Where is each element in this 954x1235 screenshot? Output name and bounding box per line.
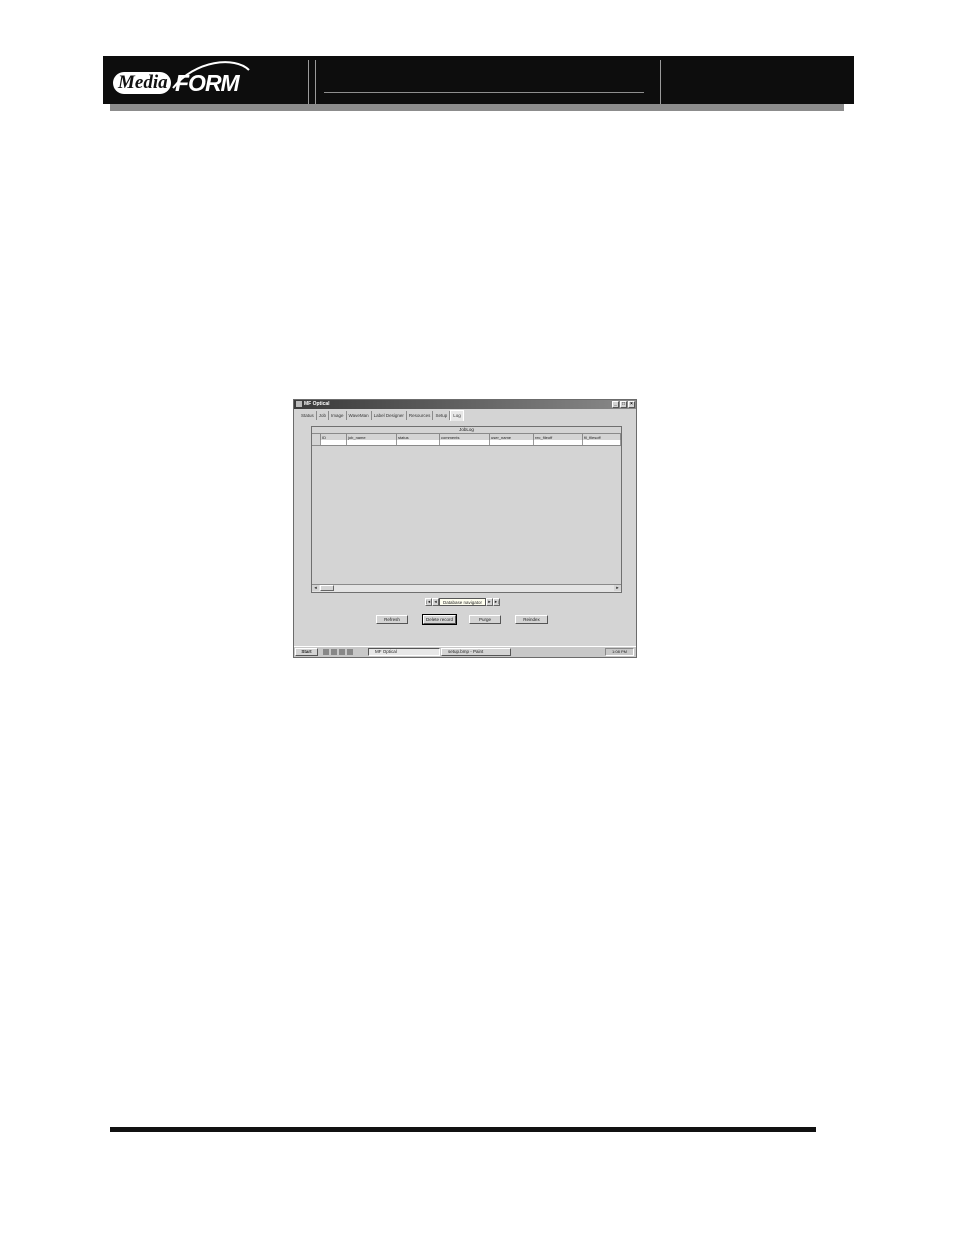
horizontal-scrollbar[interactable]: ◄ ► bbox=[312, 584, 621, 592]
tab-resources[interactable]: Resources bbox=[406, 411, 434, 420]
logo-form-text: FORM bbox=[175, 70, 240, 96]
header-divider bbox=[660, 60, 661, 104]
tab-strip: Status Job Image WaveMan Label Designer … bbox=[299, 410, 464, 421]
taskbar-item-mf-optical[interactable]: MF Optical bbox=[368, 648, 440, 656]
nav-next-button[interactable]: ► bbox=[486, 597, 494, 606]
nav-first-button[interactable]: |◄ bbox=[425, 597, 432, 606]
quick-launch bbox=[323, 649, 353, 655]
log-grid[interactable]: JobLog ID job_name status comments user_… bbox=[311, 426, 622, 593]
window-title: MF Optical bbox=[304, 401, 330, 407]
table-cell[interactable] bbox=[490, 440, 534, 445]
header-divider bbox=[315, 60, 316, 104]
delete-record-button[interactable]: Delete record bbox=[422, 614, 457, 625]
table-cell[interactable] bbox=[534, 440, 583, 445]
header-rule bbox=[324, 92, 644, 93]
application-screenshot: MF Optical _ □ × Status Job Image WaveMa… bbox=[293, 399, 637, 658]
purge-button[interactable]: Purge bbox=[469, 615, 501, 624]
tab-waveman[interactable]: WaveMan bbox=[346, 411, 372, 420]
table-cell[interactable] bbox=[321, 440, 347, 445]
tab-label-designer[interactable]: Label Designer bbox=[371, 411, 407, 420]
header-shadow bbox=[110, 104, 844, 111]
table-cell[interactable] bbox=[583, 440, 621, 445]
tab-setup[interactable]: Setup bbox=[433, 411, 451, 420]
maximize-button[interactable]: □ bbox=[620, 401, 627, 408]
scroll-right-icon[interactable]: ► bbox=[614, 585, 621, 591]
scroll-thumb[interactable] bbox=[320, 585, 334, 591]
desktop-icon[interactable] bbox=[323, 649, 329, 655]
browser-icon[interactable] bbox=[331, 649, 337, 655]
table-row[interactable] bbox=[312, 440, 621, 446]
row-indicator bbox=[312, 440, 321, 445]
close-button[interactable]: × bbox=[628, 401, 635, 408]
taskbar-item-paint[interactable]: setup.bmp - Paint bbox=[441, 648, 511, 656]
logo-media-text: Media bbox=[118, 72, 168, 93]
tab-image[interactable]: Image bbox=[329, 411, 347, 420]
nav-prior-button[interactable]: ◄ bbox=[432, 597, 439, 606]
tab-log[interactable]: Log bbox=[450, 410, 464, 421]
refresh-button[interactable]: Refresh bbox=[376, 615, 408, 624]
navigator-tooltip: Database navigator bbox=[439, 597, 487, 606]
start-button[interactable]: Start bbox=[295, 648, 318, 656]
taskbar: Start MF Optical setup.bmp - Paint 1:08 … bbox=[294, 646, 636, 657]
table-cell[interactable] bbox=[347, 440, 397, 445]
window-titlebar: MF Optical _ □ × bbox=[294, 400, 636, 409]
table-cell[interactable] bbox=[440, 440, 490, 445]
app-icon bbox=[296, 401, 302, 407]
nav-last-button[interactable]: ►| bbox=[493, 597, 501, 606]
system-clock: 1:08 PM bbox=[605, 648, 634, 656]
table-cell[interactable] bbox=[397, 440, 440, 445]
tab-status[interactable]: Status bbox=[299, 411, 317, 420]
media-icon[interactable] bbox=[347, 649, 353, 655]
database-navigator: |◄ ◄ Database navigator ► ►| bbox=[425, 597, 501, 606]
mediaform-logo: Media FORM bbox=[113, 61, 303, 98]
reindex-button[interactable]: Reindex bbox=[515, 615, 548, 624]
footer-rule bbox=[110, 1127, 816, 1132]
refresh-icon[interactable] bbox=[339, 649, 345, 655]
tab-job[interactable]: Job bbox=[316, 411, 330, 420]
minimize-button[interactable]: _ bbox=[612, 401, 619, 408]
scroll-left-icon[interactable]: ◄ bbox=[312, 585, 319, 591]
header-divider bbox=[308, 60, 309, 104]
